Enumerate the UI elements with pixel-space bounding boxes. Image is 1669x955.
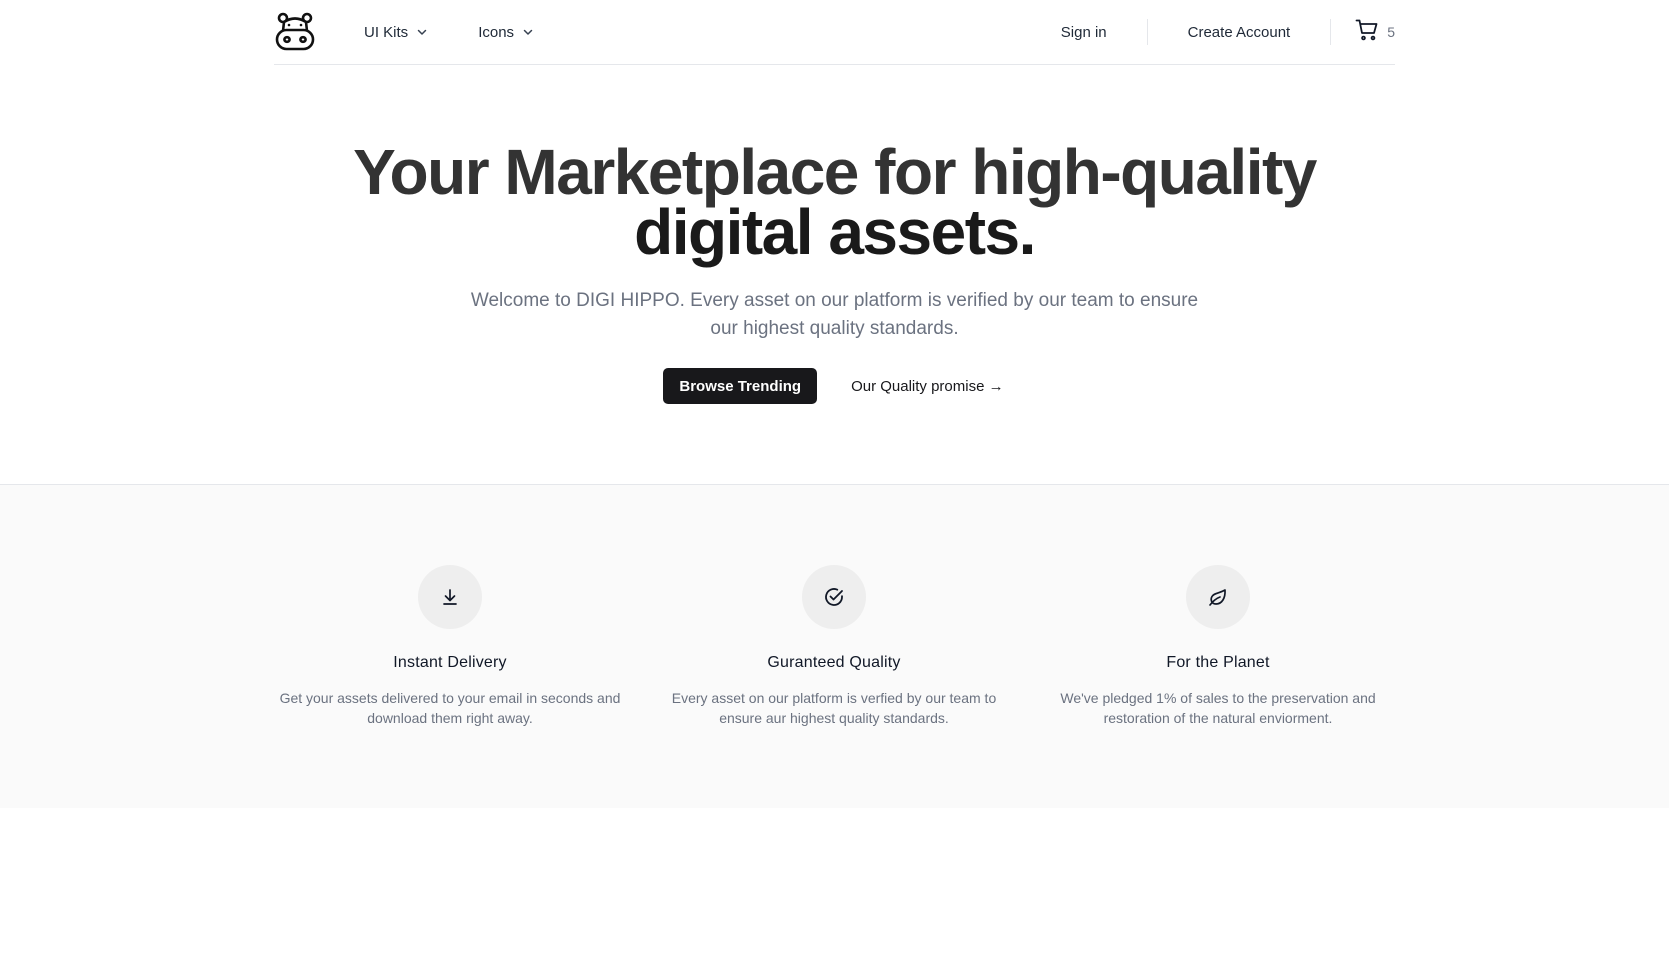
browse-trending-button[interactable]: Browse Trending — [663, 368, 818, 404]
navbar: UI Kits Icons Sign in Create Account 5 — [274, 0, 1395, 65]
cart-button[interactable]: 5 — [1355, 18, 1395, 47]
nav-menu-ui-kits[interactable]: UI Kits — [364, 24, 428, 41]
hero-title: Your Marketplace for high-quality digita… — [0, 140, 1669, 264]
feature-instant-delivery: Instant Delivery Get your assets deliver… — [275, 565, 625, 728]
nav-menu-label: Icons — [478, 23, 515, 41]
sign-in-link[interactable]: Sign in — [1061, 24, 1107, 41]
main-nav: UI Kits Icons — [364, 24, 584, 41]
hero-subtitle-text: Welcome to DIGI HIPPO. Every asset on ou… — [470, 290, 1199, 339]
hero-title-accent: digital assets. — [634, 196, 1036, 268]
feature-title: Guranteed Quality — [767, 654, 901, 671]
nav-menu-label: UI Kits — [364, 23, 409, 41]
create-account-link[interactable]: Create Account — [1188, 24, 1291, 41]
hero-section: Your Marketplace for high-quality digita… — [0, 65, 1669, 485]
hero-actions: Browse Trending Our Quality promise → — [0, 368, 1669, 404]
download-icon — [418, 565, 482, 629]
feature-description: We've pledged 1% of sales to the preserv… — [1060, 690, 1376, 726]
leaf-icon — [1186, 565, 1250, 629]
feature-title: For the Planet — [1166, 654, 1270, 671]
nav-divider — [1146, 19, 1148, 45]
feature-guaranteed-quality: Guranteed Quality Every asset on our pla… — [659, 565, 1009, 728]
feature-for-the-planet: For the Planet We've pledged 1% of sales… — [1043, 565, 1393, 728]
nav-divider — [1330, 19, 1332, 45]
feature-description: Every asset on our platform is verfied b… — [671, 690, 997, 726]
nav-menu-icons[interactable]: Icons — [478, 24, 534, 41]
chevron-down-icon — [416, 26, 428, 38]
quality-promise-button[interactable]: Our Quality promise → — [849, 368, 1006, 404]
feature-description: Get your assets delivered to your email … — [279, 690, 621, 726]
cart-count: 5 — [1387, 24, 1395, 40]
feature-title: Instant Delivery — [393, 654, 507, 671]
hippo-logo-icon[interactable] — [274, 11, 316, 53]
hero-subtitle: Welcome to DIGI HIPPO. Every asset on ou… — [0, 287, 1669, 343]
check-circle-icon — [802, 565, 866, 629]
features-section: Instant Delivery Get your assets deliver… — [0, 484, 1669, 808]
chevron-down-icon — [522, 26, 534, 38]
nav-actions: Sign in Create Account 5 — [1061, 0, 1395, 64]
shopping-cart-icon — [1355, 18, 1379, 47]
